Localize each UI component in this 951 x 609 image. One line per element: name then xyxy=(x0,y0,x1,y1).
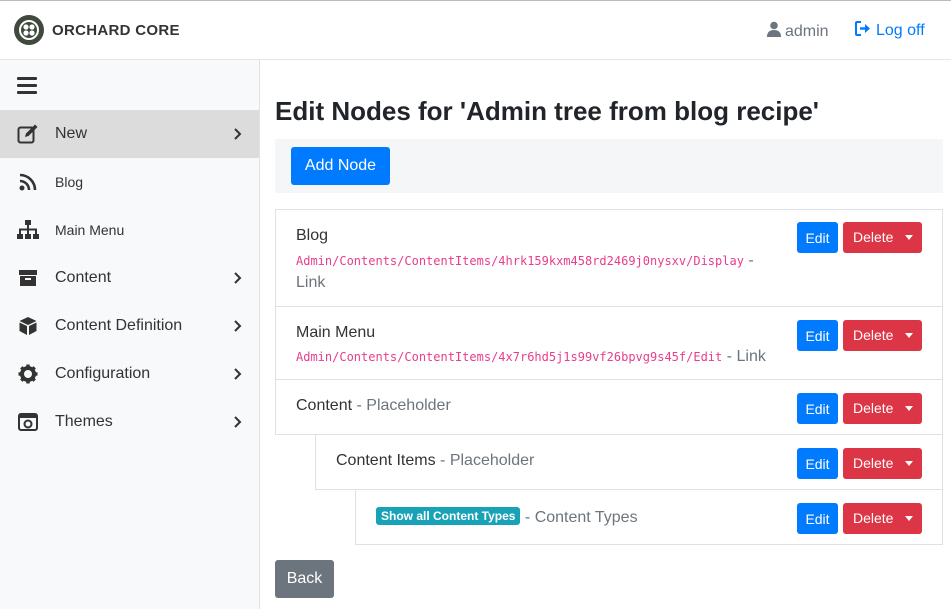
node-title-line: Content Items - Placeholder xyxy=(336,452,534,470)
sidebar-item-label: New xyxy=(55,125,88,142)
sidebar-item-configuration[interactable]: Configuration xyxy=(0,350,259,398)
archive-icon xyxy=(16,266,40,290)
chevron-right-icon xyxy=(234,128,242,140)
brand-name: ORCHARD CORE xyxy=(52,21,180,39)
delete-button[interactable]: Delete xyxy=(843,393,922,424)
delete-label: Delete xyxy=(853,327,894,343)
toolbar: Add Node xyxy=(275,139,943,193)
node-title-line: Show all Content Types - Content Types xyxy=(376,507,638,527)
node-title: Main Menu xyxy=(296,324,376,341)
window-icon xyxy=(16,410,40,434)
add-node-button[interactable]: Add Node xyxy=(291,147,390,185)
node-item: Main Menu Admin/Contents/ContentItems/4x… xyxy=(275,306,943,380)
gear-icon xyxy=(16,362,40,386)
node-type: Placeholder xyxy=(366,397,451,414)
caret-down-icon[interactable] xyxy=(905,235,913,240)
delete-label: Delete xyxy=(853,229,894,245)
cube-icon xyxy=(16,314,40,338)
menu-toggle-icon[interactable] xyxy=(17,77,37,95)
sidebar-item-label: Blog xyxy=(55,174,84,190)
rss-icon xyxy=(16,170,40,194)
node-badge: Show all Content Types xyxy=(376,507,521,525)
node-type-sep: - xyxy=(435,452,450,469)
node-type: Placeholder xyxy=(449,452,535,469)
caret-down-icon[interactable] xyxy=(905,461,913,466)
user-icon xyxy=(767,21,781,42)
top-navbar: ORCHARD CORE admin Log off xyxy=(0,0,951,60)
node-url[interactable]: Admin/Contents/ContentItems/4x7r6hd5j1s9… xyxy=(296,350,722,364)
delete-button[interactable]: Delete xyxy=(843,448,922,479)
node-url-line: Admin/Contents/ContentItems/4x7r6hd5j1s9… xyxy=(296,348,766,366)
sidebar-item-content[interactable]: Content xyxy=(0,254,259,302)
chevron-right-icon xyxy=(234,416,242,428)
orchard-logo-icon xyxy=(14,15,44,45)
sidebar-item-blog[interactable]: Blog xyxy=(0,158,259,206)
sign-out-icon xyxy=(855,21,872,41)
delete-button[interactable]: Delete xyxy=(843,222,922,253)
delete-label: Delete xyxy=(853,510,894,526)
user-menu[interactable]: admin xyxy=(767,21,829,42)
page-title: Edit Nodes for 'Admin tree from blog rec… xyxy=(275,96,819,126)
node-type-sep: - xyxy=(352,397,367,414)
chevron-right-icon xyxy=(234,368,242,380)
logoff-label: Log off xyxy=(876,22,925,39)
sidebar-item-label: Configuration xyxy=(55,365,151,382)
edit-button[interactable]: Edit xyxy=(797,320,838,351)
node-item: Content - Placeholder Edit Delete xyxy=(275,379,943,435)
sidebar-item-label: Themes xyxy=(55,413,113,430)
node-type-sep: - xyxy=(520,509,535,526)
sidebar: New Blog Main Menu Content Content Defin… xyxy=(0,60,260,609)
node-title-line: Content - Placeholder xyxy=(296,397,451,415)
caret-down-icon[interactable] xyxy=(905,406,913,411)
edit-button[interactable]: Edit xyxy=(797,503,838,534)
delete-label: Delete xyxy=(853,400,894,416)
delete-button[interactable]: Delete xyxy=(843,320,922,351)
sidebar-item-main-menu[interactable]: Main Menu xyxy=(0,206,259,254)
delete-label: Delete xyxy=(853,455,894,471)
node-item: Content Items - Placeholder Edit Delete xyxy=(315,434,943,490)
chevron-right-icon xyxy=(234,272,242,284)
caret-down-icon[interactable] xyxy=(905,516,913,521)
edit-button[interactable]: Edit xyxy=(797,222,838,253)
sidebar-item-new[interactable]: New xyxy=(0,110,259,158)
back-button[interactable]: Back xyxy=(275,560,334,598)
node-url[interactable]: Admin/Contents/ContentItems/4hrk159kxm45… xyxy=(296,254,744,268)
edit-icon xyxy=(16,122,40,146)
node-type-sep: - xyxy=(743,252,754,269)
sidebar-item-label: Main Menu xyxy=(55,222,125,238)
node-title: Content Items xyxy=(336,452,436,469)
edit-button[interactable]: Edit xyxy=(797,393,838,424)
sidebar-item-themes[interactable]: Themes xyxy=(0,398,259,446)
sidebar-item-label: Content Definition xyxy=(55,317,183,334)
caret-down-icon[interactable] xyxy=(905,333,913,338)
node-type-sep: - xyxy=(722,348,737,365)
chevron-right-icon xyxy=(234,320,242,332)
sitemap-icon xyxy=(16,218,40,242)
sidebar-item-content-definition[interactable]: Content Definition xyxy=(0,302,259,350)
node-item: Blog Admin/Contents/ContentItems/4hrk159… xyxy=(275,209,943,307)
delete-button[interactable]: Delete xyxy=(843,503,922,534)
sidebar-item-label: Content xyxy=(55,269,112,286)
node-type: Content Types xyxy=(534,509,638,526)
user-name: admin xyxy=(785,22,829,40)
node-title: Content xyxy=(296,397,353,414)
node-title: Blog xyxy=(296,227,329,244)
logoff-link[interactable]: Log off xyxy=(855,21,925,41)
node-type: Link xyxy=(736,348,766,365)
node-type: Link xyxy=(296,274,326,291)
brand[interactable]: ORCHARD CORE xyxy=(14,15,180,45)
node-url-line: Admin/Contents/ContentItems/4hrk159kxm45… xyxy=(296,252,754,270)
node-item: Show all Content Types - Content Types E… xyxy=(355,489,943,545)
edit-button[interactable]: Edit xyxy=(797,448,838,479)
